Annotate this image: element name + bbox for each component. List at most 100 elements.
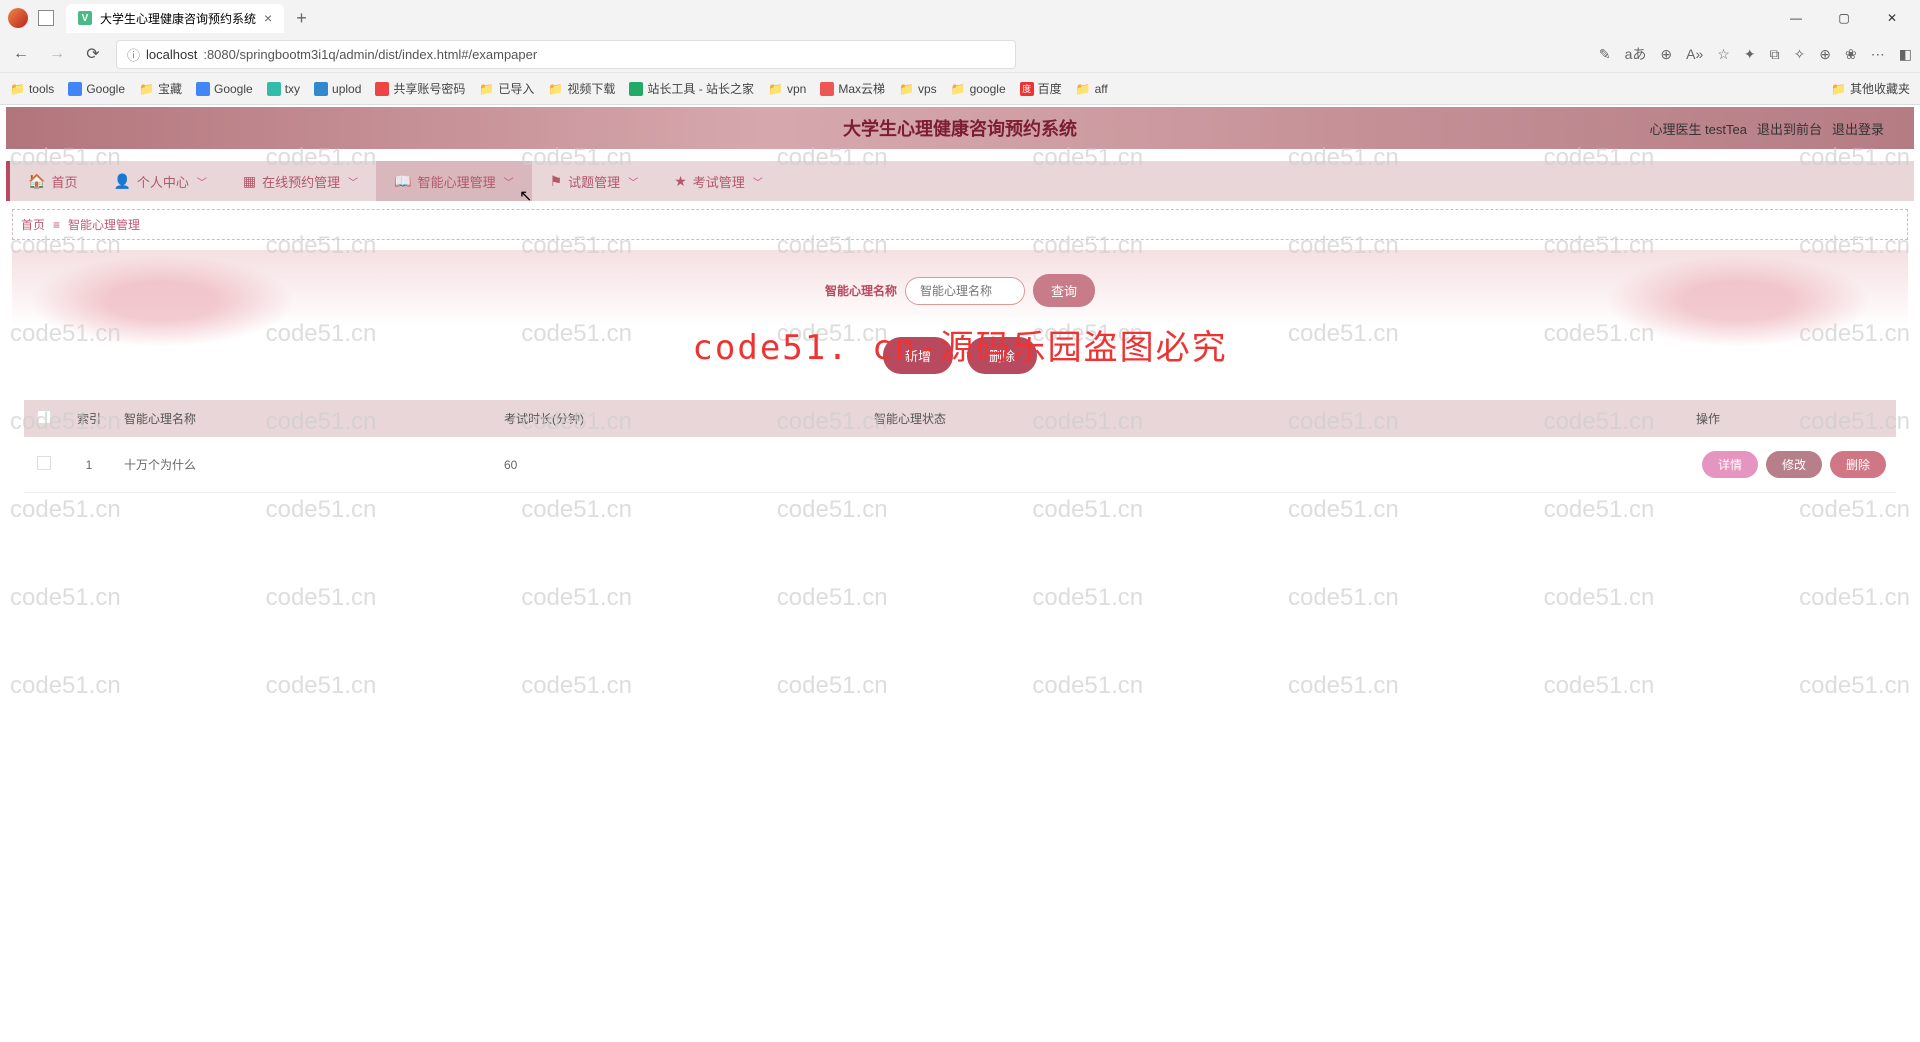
downloads-icon[interactable]: ⊕ (1819, 46, 1831, 63)
app-banner: 大学生心理健康咨询预约系统 心理医生 testTea 退出到前台 退出登录 (6, 107, 1914, 149)
nav-profile[interactable]: 👤个人中心﹀ (95, 161, 224, 201)
nav-exam[interactable]: ★考试管理﹀ (656, 161, 781, 201)
cell-name: 十万个为什么 (114, 437, 494, 493)
detail-button[interactable]: 详情 (1702, 451, 1758, 478)
sidebar-icon[interactable]: ◧ (1899, 46, 1912, 63)
forward-button[interactable]: → (44, 41, 70, 67)
bookmark-item[interactable]: uplod (314, 82, 361, 96)
banner-right: 心理医生 testTea 退出到前台 退出登录 (1649, 119, 1884, 138)
bookmark-item[interactable]: Max云梯 (820, 80, 885, 97)
search-row: 智能心理名称 查询 (24, 274, 1896, 307)
row-delete-button[interactable]: 删除 (1830, 451, 1886, 478)
bookmark-item[interactable]: 度百度 (1020, 80, 1062, 97)
col-name: 智能心理名称 (114, 400, 494, 437)
site-icon (314, 82, 328, 96)
site-icon (375, 82, 389, 96)
folder-icon: 📁 (139, 82, 154, 96)
table-row: 1 十万个为什么 60 详情 修改 删除 (24, 437, 1896, 493)
bookmark-item[interactable]: 📁tools (10, 82, 54, 96)
apps-icon[interactable]: ❀ (1845, 46, 1857, 63)
nav-question[interactable]: ⚑试题管理﹀ (532, 161, 657, 201)
delete-button[interactable]: 删除 (967, 337, 1037, 374)
folder-icon: 📁 (479, 82, 494, 96)
collections-icon[interactable]: ⧉ (1770, 46, 1780, 63)
folder-icon: 📁 (899, 82, 914, 96)
main-nav: 🏠首页 👤个人中心﹀ ▦在线预约管理﹀ 📖智能心理管理﹀ ⚑试题管理﹀ ★考试管… (6, 161, 1914, 201)
site-icon (267, 82, 281, 96)
bookmark-item[interactable]: 📁vps (899, 82, 937, 96)
site-icon (629, 82, 643, 96)
edit-button[interactable]: 修改 (1766, 451, 1822, 478)
user-icon: 👤 (113, 173, 130, 190)
chevron-down-icon: ﹀ (628, 174, 638, 189)
folder-icon: 📁 (951, 82, 966, 96)
translate-icon[interactable]: aあ (1625, 44, 1647, 64)
nav-appointment[interactable]: ▦在线预约管理﹀ (225, 161, 376, 201)
breadcrumb-current: 智能心理管理 (68, 216, 140, 233)
menu-icon[interactable]: ⋯ (1871, 46, 1885, 63)
maximize-button[interactable]: ▢ (1824, 4, 1864, 32)
minimize-button[interactable]: — (1776, 4, 1816, 32)
tab-title: 大学生心理健康咨询预约系统 (100, 10, 256, 27)
site-icon: 度 (1020, 82, 1034, 96)
nav-home[interactable]: 🏠首页 (10, 161, 95, 201)
bookmarks-other[interactable]: 📁其他收藏夹 (1831, 80, 1910, 97)
data-table: 索引 智能心理名称 考试时长(分钟) 智能心理状态 操作 1 十万个为什么 60… (24, 400, 1896, 493)
cell-duration: 60 (494, 437, 864, 493)
search-input[interactable] (905, 277, 1025, 305)
close-icon[interactable]: × (264, 10, 272, 26)
logout-link[interactable]: 退出登录 (1832, 119, 1884, 138)
edit-icon[interactable]: ✎ (1599, 46, 1611, 63)
favorite-icon[interactable]: ☆ (1717, 46, 1730, 63)
tabs-overview-icon[interactable] (38, 10, 54, 26)
flag-icon: ⚑ (550, 173, 563, 190)
refresh-button[interactable]: ⟳ (80, 41, 106, 67)
chevron-down-icon: ﹀ (504, 174, 514, 189)
row-ops: 详情 修改 删除 (1696, 451, 1886, 478)
bookmark-item[interactable]: 📁aff (1076, 82, 1108, 96)
query-button[interactable]: 查询 (1033, 274, 1095, 307)
bookmark-item[interactable]: 📁宝藏 (139, 80, 182, 97)
bookmark-item[interactable]: 共享账号密码 (375, 80, 465, 97)
breadcrumb-home[interactable]: 首页 (21, 216, 45, 233)
row-checkbox[interactable] (37, 456, 51, 470)
col-index: 索引 (64, 400, 114, 437)
folder-icon: 📁 (548, 82, 563, 96)
bookmark-item[interactable]: txy (267, 82, 300, 96)
profile-icon[interactable] (8, 8, 28, 28)
bookmarks-bar: 📁tools Google 📁宝藏 Google txy uplod 共享账号密… (0, 72, 1920, 104)
bookmark-item[interactable]: 📁视频下载 (548, 80, 615, 97)
select-all-checkbox[interactable] (37, 410, 51, 424)
new-tab-button[interactable]: + (288, 4, 315, 33)
extension-icon[interactable]: ✦ (1744, 46, 1756, 63)
add-button[interactable]: 新增 (883, 337, 953, 374)
home-icon: 🏠 (28, 173, 45, 190)
site-icon (196, 82, 210, 96)
back-button[interactable]: ← (8, 41, 34, 67)
goto-front-link[interactable]: 退出到前台 (1757, 119, 1822, 138)
close-window-button[interactable]: ✕ (1872, 4, 1912, 32)
info-icon[interactable]: ⓘ (127, 45, 140, 64)
url-field[interactable]: ⓘ localhost:8080/springbootm3i1q/admin/d… (116, 40, 1016, 69)
folder-icon: 📁 (768, 82, 783, 96)
favorites-list-icon[interactable]: ✧ (1794, 46, 1806, 63)
tab-bar: V 大学生心理健康咨询预约系统 × + — ▢ ✕ (0, 0, 1920, 36)
browser-tab[interactable]: V 大学生心理健康咨询预约系统 × (66, 4, 284, 33)
address-bar: ← → ⟳ ⓘ localhost:8080/springbootm3i1q/a… (0, 36, 1920, 72)
page-title: 大学生心理健康咨询预约系统 (843, 115, 1077, 141)
bookmark-item[interactable]: 📁vpn (768, 82, 806, 96)
table-header-row: 索引 智能心理名称 考试时长(分钟) 智能心理状态 操作 (24, 400, 1896, 437)
bookmark-item[interactable]: 站长工具 - 站长之家 (629, 80, 754, 97)
action-row: 新增 删除 (24, 337, 1896, 374)
zoom-icon[interactable]: ⊕ (1660, 46, 1672, 63)
chevron-down-icon: ﹀ (753, 174, 763, 189)
bookmark-item[interactable]: 📁已导入 (479, 80, 534, 97)
grid-icon: ▦ (243, 173, 256, 190)
read-aloud-icon[interactable]: A» (1686, 46, 1703, 62)
bookmark-item[interactable]: 📁google (951, 82, 1006, 96)
site-icon (68, 82, 82, 96)
bookmark-item[interactable]: Google (196, 82, 253, 96)
folder-icon: 📁 (1076, 82, 1091, 96)
bookmark-item[interactable]: Google (68, 82, 125, 96)
nav-psychology[interactable]: 📖智能心理管理﹀ (376, 161, 531, 201)
